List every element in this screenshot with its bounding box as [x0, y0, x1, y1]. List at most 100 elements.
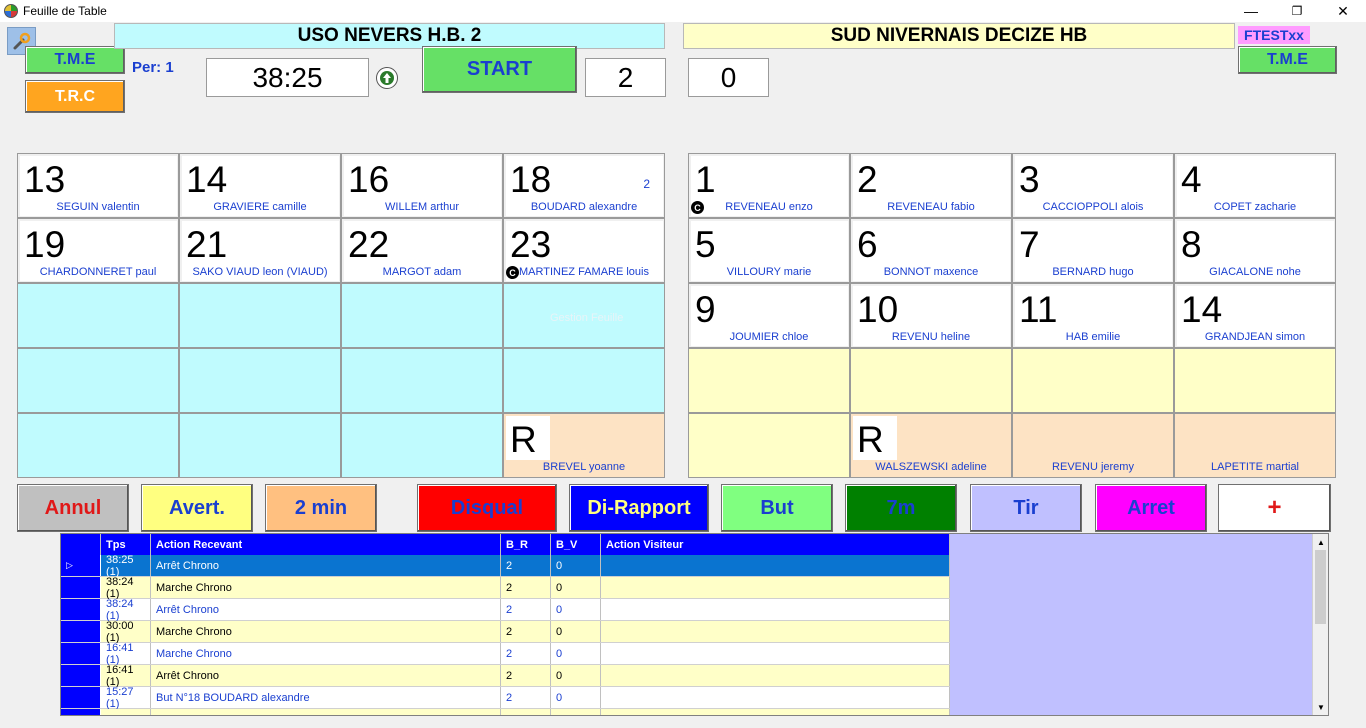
- table-scrollbar[interactable]: ▲ ▼: [1312, 534, 1328, 715]
- action-button-arret[interactable]: Arret: [1095, 484, 1207, 532]
- cell-action-recevant: Marche Chrono: [151, 577, 501, 598]
- player-card[interactable]: [17, 348, 179, 413]
- header-tps[interactable]: Tps: [101, 534, 151, 555]
- player-card[interactable]: 2 REVENEAU fabio: [850, 153, 1012, 218]
- header-b-v[interactable]: B_V: [551, 534, 601, 555]
- add-action-button[interactable]: +: [1218, 484, 1331, 532]
- player-card[interactable]: 13 SEGUIN valentin: [17, 153, 179, 218]
- table-row[interactable]: 15:27 (1) But N°18 BOUDARD alexandre 2 0: [61, 686, 950, 710]
- player-card[interactable]: 9 JOUMIER chloe: [688, 283, 850, 348]
- player-card[interactable]: [17, 283, 179, 348]
- start-button[interactable]: START: [422, 46, 577, 93]
- header-b-r[interactable]: B_R: [501, 534, 551, 555]
- action-button-7m[interactable]: 7m: [845, 484, 957, 532]
- player-card[interactable]: [1012, 348, 1174, 413]
- player-card[interactable]: [341, 283, 503, 348]
- player-card[interactable]: REVENU jeremy: [1012, 413, 1174, 478]
- player-card[interactable]: 1 REVENEAU enzo C: [688, 153, 850, 218]
- scroll-down-icon[interactable]: ▼: [1313, 699, 1328, 715]
- player-card[interactable]: 22 MARGOT adam: [341, 218, 503, 283]
- player-card[interactable]: 18 BOUDARD alexandre 2: [503, 153, 665, 218]
- action-button-tir[interactable]: Tir: [970, 484, 1082, 532]
- player-name: WILLEM arthur: [385, 201, 459, 213]
- app-icon: [4, 4, 18, 18]
- table-row[interactable]: 16:41 (1) Marche Chrono 2 0: [61, 642, 950, 666]
- action-button-2-min[interactable]: 2 min: [265, 484, 377, 532]
- player-card[interactable]: 19 CHARDONNERET paul: [17, 218, 179, 283]
- player-name: JOUMIER chloe: [729, 331, 809, 343]
- player-card[interactable]: [179, 348, 341, 413]
- header-action-visiteur[interactable]: Action Visiteur: [601, 534, 950, 555]
- player-card[interactable]: 14 GRANDJEAN simon: [1174, 283, 1336, 348]
- event-table: Tps Action Recevant B_R B_V Action Visit…: [60, 533, 1329, 716]
- player-card[interactable]: [688, 348, 850, 413]
- table-row[interactable]: [61, 709, 950, 715]
- player-card[interactable]: 6 BONNOT maxence: [850, 218, 1012, 283]
- action-button-annul[interactable]: Annul: [17, 484, 129, 532]
- tme-away-button[interactable]: T.M.E: [1238, 46, 1337, 74]
- action-button-di-rapport[interactable]: Di-Rapport: [569, 484, 709, 532]
- player-name: BOUDARD alexandre: [530, 201, 638, 213]
- trc-button[interactable]: T.R.C: [25, 80, 125, 113]
- player-card[interactable]: 11 HAB emilie: [1012, 283, 1174, 348]
- close-button[interactable]: ✕: [1320, 0, 1366, 22]
- player-card[interactable]: LAPETITE martial: [1174, 413, 1336, 478]
- player-card[interactable]: 5 VILLOURY marie: [688, 218, 850, 283]
- player-card[interactable]: [341, 413, 503, 478]
- row-indicator: [61, 665, 101, 686]
- player-card[interactable]: R WALSZEWSKI adeline: [850, 413, 1012, 478]
- player-card[interactable]: [179, 283, 341, 348]
- player-card[interactable]: 14 GRAVIERE camille: [179, 153, 341, 218]
- scroll-thumb[interactable]: [1315, 550, 1326, 624]
- away-score: 0: [688, 58, 769, 97]
- cell-tps: [101, 709, 151, 715]
- player-card[interactable]: [688, 413, 850, 478]
- action-button-but[interactable]: But: [721, 484, 833, 532]
- player-card[interactable]: [1174, 348, 1336, 413]
- player-number: R: [510, 419, 537, 460]
- player-card[interactable]: 16 WILLEM arthur: [341, 153, 503, 218]
- cell-tps: 30:00 (1): [101, 620, 151, 644]
- table-row[interactable]: ▷ 38:25 (1) Arrêt Chrono 2 0: [61, 554, 950, 578]
- player-number: 18: [510, 159, 552, 200]
- table-row[interactable]: 30:00 (1) Marche Chrono 2 0: [61, 620, 950, 644]
- player-card[interactable]: [341, 348, 503, 413]
- player-card[interactable]: 4 COPET zacharie: [1174, 153, 1336, 218]
- player-card[interactable]: 8 GIACALONE nohe: [1174, 218, 1336, 283]
- player-card[interactable]: 23 MARTINEZ FAMARE louis C: [503, 218, 665, 283]
- clock-display: 38:25: [206, 58, 369, 97]
- player-card[interactable]: [850, 348, 1012, 413]
- cell-b-r: 2: [501, 599, 551, 620]
- player-card[interactable]: [17, 413, 179, 478]
- restore-button[interactable]: ❐: [1274, 0, 1320, 22]
- player-card[interactable]: 3 CACCIOPPOLI alois: [1012, 153, 1174, 218]
- player-card[interactable]: [179, 413, 341, 478]
- table-row[interactable]: 38:24 (1) Arrêt Chrono 2 0: [61, 598, 950, 622]
- player-card[interactable]: [503, 348, 665, 413]
- cell-b-r: 2: [501, 687, 551, 708]
- header-action-recevant[interactable]: Action Recevant: [151, 534, 501, 555]
- cell-action-visiteur: [601, 599, 950, 620]
- cell-tps: 38:24 (1): [101, 576, 151, 600]
- cell-action-recevant: Arrêt Chrono: [151, 599, 501, 620]
- player-number: 1: [695, 159, 716, 200]
- player-number: 19: [24, 224, 66, 265]
- goal-count: 2: [643, 177, 650, 191]
- action-button-disqual[interactable]: Disqual: [417, 484, 557, 532]
- cell-action-visiteur: [601, 621, 950, 642]
- table-row[interactable]: 16:41 (1) Arrêt Chrono 2 0: [61, 664, 950, 688]
- player-card[interactable]: R BREVEL yoanne: [503, 413, 665, 478]
- cell-action-visiteur: [601, 665, 950, 686]
- scroll-up-icon[interactable]: ▲: [1313, 534, 1328, 550]
- clock-up-button[interactable]: [376, 67, 398, 89]
- player-card[interactable]: 21 SAKO VIAUD leon (VIAUD): [179, 218, 341, 283]
- action-button-avert[interactable]: Avert.: [141, 484, 253, 532]
- table-row[interactable]: 38:24 (1) Marche Chrono 2 0: [61, 576, 950, 600]
- minimize-button[interactable]: —: [1228, 0, 1274, 22]
- tme-home-button[interactable]: T.M.E: [25, 46, 125, 74]
- player-card[interactable]: 10 REVENU heline: [850, 283, 1012, 348]
- player-card[interactable]: 7 BERNARD hugo: [1012, 218, 1174, 283]
- up-arrow-icon: [380, 71, 394, 85]
- row-indicator: [61, 709, 101, 715]
- cell-action-visiteur: [601, 555, 950, 576]
